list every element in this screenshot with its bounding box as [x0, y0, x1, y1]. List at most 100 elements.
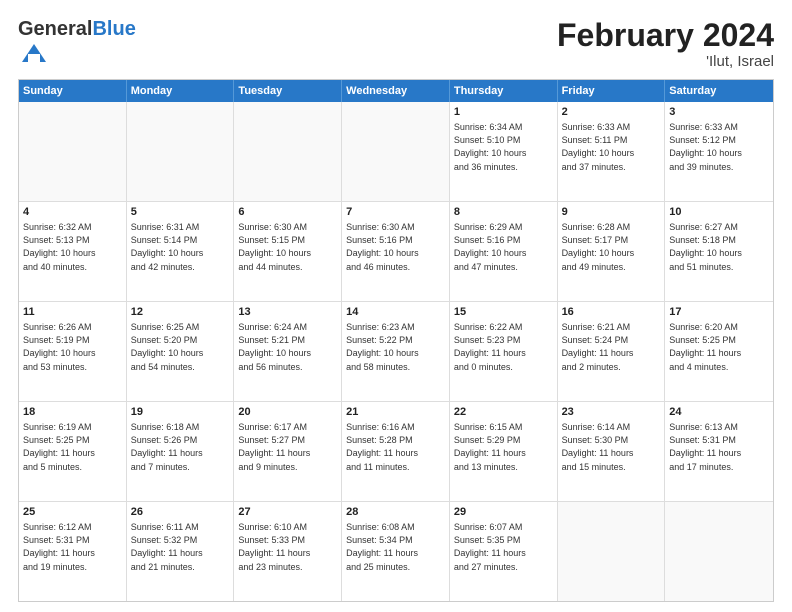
day-number: 10 [669, 205, 769, 220]
day-number: 19 [131, 405, 230, 420]
day-info: Sunrise: 6:31 AM Sunset: 5:14 PM Dayligh… [131, 221, 230, 273]
day-number: 25 [23, 505, 122, 520]
day-number: 2 [562, 105, 661, 120]
logo-icon [20, 40, 48, 68]
day-info: Sunrise: 6:29 AM Sunset: 5:16 PM Dayligh… [454, 221, 553, 273]
header-friday: Friday [558, 80, 666, 102]
header-tuesday: Tuesday [234, 80, 342, 102]
calendar-cell: 12Sunrise: 6:25 AM Sunset: 5:20 PM Dayli… [127, 302, 235, 401]
day-info: Sunrise: 6:19 AM Sunset: 5:25 PM Dayligh… [23, 421, 122, 473]
day-number: 21 [346, 405, 445, 420]
header-sunday: Sunday [19, 80, 127, 102]
day-number: 4 [23, 205, 122, 220]
day-info: Sunrise: 6:07 AM Sunset: 5:35 PM Dayligh… [454, 521, 553, 573]
day-number: 24 [669, 405, 769, 420]
calendar-cell: 25Sunrise: 6:12 AM Sunset: 5:31 PM Dayli… [19, 502, 127, 601]
calendar-cell: 10Sunrise: 6:27 AM Sunset: 5:18 PM Dayli… [665, 202, 773, 301]
day-number: 26 [131, 505, 230, 520]
calendar-cell: 15Sunrise: 6:22 AM Sunset: 5:23 PM Dayli… [450, 302, 558, 401]
day-info: Sunrise: 6:14 AM Sunset: 5:30 PM Dayligh… [562, 421, 661, 473]
header: GeneralBlue February 2024 'Ilut, Israel [18, 18, 774, 73]
day-info: Sunrise: 6:32 AM Sunset: 5:13 PM Dayligh… [23, 221, 122, 273]
day-info: Sunrise: 6:28 AM Sunset: 5:17 PM Dayligh… [562, 221, 661, 273]
day-number: 3 [669, 105, 769, 120]
calendar-week-4: 25Sunrise: 6:12 AM Sunset: 5:31 PM Dayli… [19, 502, 773, 601]
page: GeneralBlue February 2024 'Ilut, Israel … [0, 0, 792, 612]
header-thursday: Thursday [450, 80, 558, 102]
calendar-cell: 13Sunrise: 6:24 AM Sunset: 5:21 PM Dayli… [234, 302, 342, 401]
day-number: 7 [346, 205, 445, 220]
day-info: Sunrise: 6:15 AM Sunset: 5:29 PM Dayligh… [454, 421, 553, 473]
calendar-cell [127, 102, 235, 201]
day-number: 29 [454, 505, 553, 520]
calendar-cell: 8Sunrise: 6:29 AM Sunset: 5:16 PM Daylig… [450, 202, 558, 301]
calendar-week-0: 1Sunrise: 6:34 AM Sunset: 5:10 PM Daylig… [19, 102, 773, 202]
calendar-cell [342, 102, 450, 201]
day-number: 18 [23, 405, 122, 420]
day-number: 23 [562, 405, 661, 420]
calendar-week-1: 4Sunrise: 6:32 AM Sunset: 5:13 PM Daylig… [19, 202, 773, 302]
day-info: Sunrise: 6:21 AM Sunset: 5:24 PM Dayligh… [562, 321, 661, 373]
calendar-cell: 6Sunrise: 6:30 AM Sunset: 5:15 PM Daylig… [234, 202, 342, 301]
day-number: 12 [131, 305, 230, 320]
calendar-cell: 23Sunrise: 6:14 AM Sunset: 5:30 PM Dayli… [558, 402, 666, 501]
logo-text: GeneralBlue [18, 18, 136, 40]
calendar-cell: 20Sunrise: 6:17 AM Sunset: 5:27 PM Dayli… [234, 402, 342, 501]
calendar-cell [558, 502, 666, 601]
calendar-week-2: 11Sunrise: 6:26 AM Sunset: 5:19 PM Dayli… [19, 302, 773, 402]
day-info: Sunrise: 6:08 AM Sunset: 5:34 PM Dayligh… [346, 521, 445, 573]
day-info: Sunrise: 6:34 AM Sunset: 5:10 PM Dayligh… [454, 121, 553, 173]
day-info: Sunrise: 6:20 AM Sunset: 5:25 PM Dayligh… [669, 321, 769, 373]
calendar-cell: 1Sunrise: 6:34 AM Sunset: 5:10 PM Daylig… [450, 102, 558, 201]
calendar-week-3: 18Sunrise: 6:19 AM Sunset: 5:25 PM Dayli… [19, 402, 773, 502]
day-info: Sunrise: 6:13 AM Sunset: 5:31 PM Dayligh… [669, 421, 769, 473]
calendar-header: Sunday Monday Tuesday Wednesday Thursday… [19, 80, 773, 102]
calendar-cell: 11Sunrise: 6:26 AM Sunset: 5:19 PM Dayli… [19, 302, 127, 401]
title-month: February 2024 [557, 18, 774, 53]
day-info: Sunrise: 6:30 AM Sunset: 5:15 PM Dayligh… [238, 221, 337, 273]
calendar-cell [234, 102, 342, 201]
day-number: 6 [238, 205, 337, 220]
calendar-cell: 14Sunrise: 6:23 AM Sunset: 5:22 PM Dayli… [342, 302, 450, 401]
calendar-cell: 3Sunrise: 6:33 AM Sunset: 5:12 PM Daylig… [665, 102, 773, 201]
day-number: 22 [454, 405, 553, 420]
header-wednesday: Wednesday [342, 80, 450, 102]
day-info: Sunrise: 6:12 AM Sunset: 5:31 PM Dayligh… [23, 521, 122, 573]
calendar-cell: 27Sunrise: 6:10 AM Sunset: 5:33 PM Dayli… [234, 502, 342, 601]
calendar-cell: 16Sunrise: 6:21 AM Sunset: 5:24 PM Dayli… [558, 302, 666, 401]
logo-blue: Blue [92, 18, 135, 40]
calendar-cell [19, 102, 127, 201]
day-number: 16 [562, 305, 661, 320]
calendar-cell: 28Sunrise: 6:08 AM Sunset: 5:34 PM Dayli… [342, 502, 450, 601]
calendar-cell: 29Sunrise: 6:07 AM Sunset: 5:35 PM Dayli… [450, 502, 558, 601]
day-info: Sunrise: 6:10 AM Sunset: 5:33 PM Dayligh… [238, 521, 337, 573]
day-info: Sunrise: 6:17 AM Sunset: 5:27 PM Dayligh… [238, 421, 337, 473]
day-info: Sunrise: 6:27 AM Sunset: 5:18 PM Dayligh… [669, 221, 769, 273]
logo-general: General [18, 18, 92, 40]
day-info: Sunrise: 6:33 AM Sunset: 5:12 PM Dayligh… [669, 121, 769, 173]
day-info: Sunrise: 6:26 AM Sunset: 5:19 PM Dayligh… [23, 321, 122, 373]
header-saturday: Saturday [665, 80, 773, 102]
day-number: 14 [346, 305, 445, 320]
calendar-cell [665, 502, 773, 601]
logo: GeneralBlue [18, 18, 136, 73]
calendar-cell: 4Sunrise: 6:32 AM Sunset: 5:13 PM Daylig… [19, 202, 127, 301]
day-info: Sunrise: 6:11 AM Sunset: 5:32 PM Dayligh… [131, 521, 230, 573]
day-info: Sunrise: 6:16 AM Sunset: 5:28 PM Dayligh… [346, 421, 445, 473]
day-info: Sunrise: 6:22 AM Sunset: 5:23 PM Dayligh… [454, 321, 553, 373]
calendar-cell: 5Sunrise: 6:31 AM Sunset: 5:14 PM Daylig… [127, 202, 235, 301]
calendar-cell: 21Sunrise: 6:16 AM Sunset: 5:28 PM Dayli… [342, 402, 450, 501]
day-number: 20 [238, 405, 337, 420]
day-info: Sunrise: 6:25 AM Sunset: 5:20 PM Dayligh… [131, 321, 230, 373]
calendar-cell: 26Sunrise: 6:11 AM Sunset: 5:32 PM Dayli… [127, 502, 235, 601]
calendar-cell: 24Sunrise: 6:13 AM Sunset: 5:31 PM Dayli… [665, 402, 773, 501]
day-info: Sunrise: 6:24 AM Sunset: 5:21 PM Dayligh… [238, 321, 337, 373]
title-location: 'Ilut, Israel [557, 53, 774, 70]
day-number: 1 [454, 105, 553, 120]
day-number: 11 [23, 305, 122, 320]
calendar-cell: 7Sunrise: 6:30 AM Sunset: 5:16 PM Daylig… [342, 202, 450, 301]
calendar: Sunday Monday Tuesday Wednesday Thursday… [18, 79, 774, 602]
day-info: Sunrise: 6:33 AM Sunset: 5:11 PM Dayligh… [562, 121, 661, 173]
day-number: 15 [454, 305, 553, 320]
day-number: 17 [669, 305, 769, 320]
